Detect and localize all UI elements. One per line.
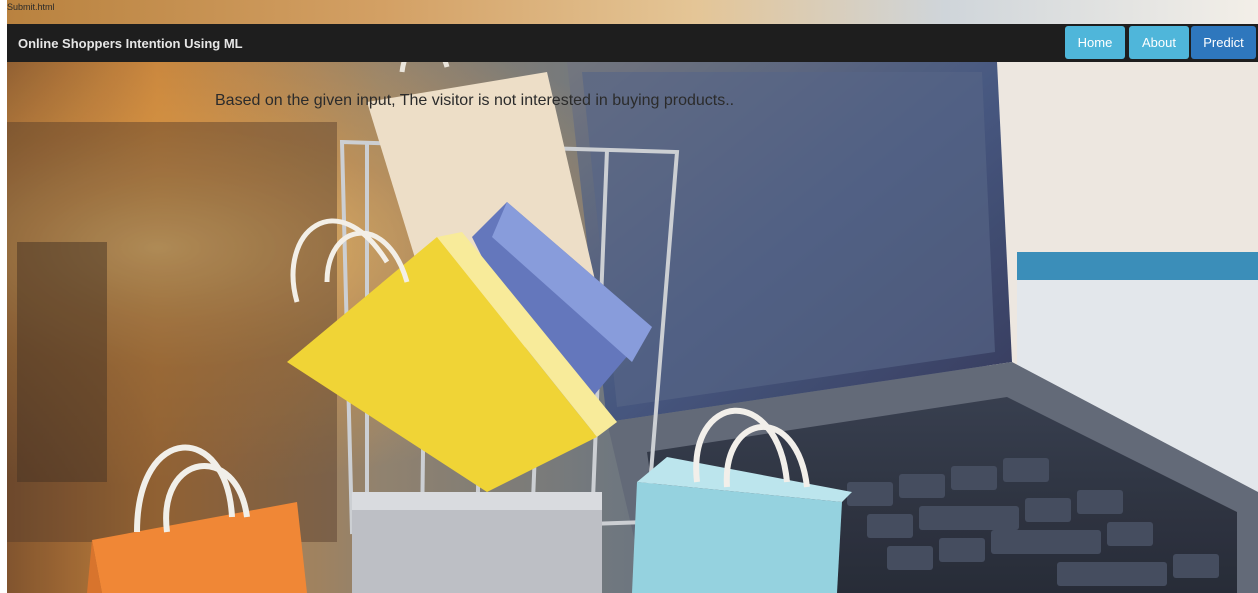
nav-predict-button[interactable]: Predict xyxy=(1191,26,1256,59)
browser-tab-title[interactable]: Submit.html xyxy=(7,2,55,12)
browser-window: Submit.html Online Shoppers Intention Us… xyxy=(7,0,1258,593)
site-brand[interactable]: Online Shoppers Intention Using ML xyxy=(18,36,243,51)
hero-background: Based on the given input, The visitor is… xyxy=(7,38,1258,593)
top-navbar: Online Shoppers Intention Using ML Home … xyxy=(7,24,1258,62)
browser-tab-bar: Submit.html xyxy=(7,0,1258,24)
prediction-result-text: Based on the given input, The visitor is… xyxy=(215,92,735,109)
shopping-scene-image xyxy=(7,38,1258,593)
nav-about-button[interactable]: About xyxy=(1129,26,1189,59)
nav-home-button[interactable]: Home xyxy=(1065,26,1125,59)
